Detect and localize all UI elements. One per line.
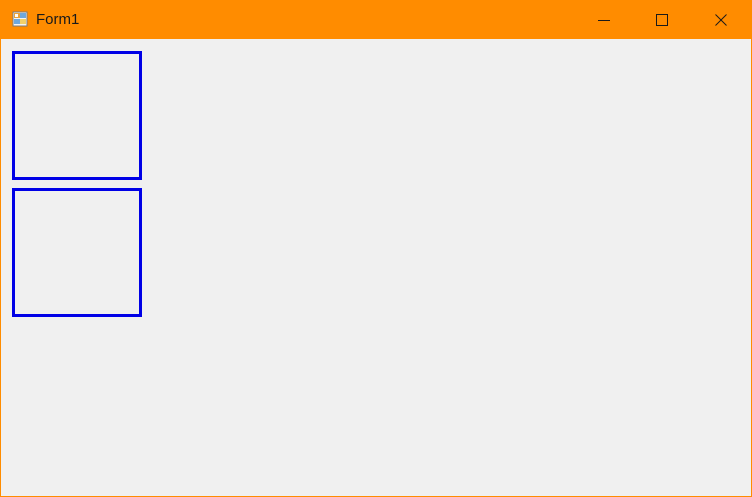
maximize-icon — [656, 14, 668, 26]
title-bar[interactable]: Form1 — [1, 1, 751, 39]
maximize-button[interactable] — [639, 1, 685, 39]
minimize-button[interactable] — [581, 1, 627, 39]
minimize-icon — [598, 20, 610, 21]
close-icon — [715, 14, 727, 26]
app-icon[interactable] — [12, 11, 28, 27]
window-title: Form1 — [36, 11, 80, 28]
form-window: Form1 — [0, 0, 752, 497]
form-client-area — [1, 39, 751, 496]
panel-2[interactable] — [12, 188, 142, 317]
panel-1[interactable] — [12, 51, 142, 180]
close-button[interactable] — [698, 1, 744, 39]
